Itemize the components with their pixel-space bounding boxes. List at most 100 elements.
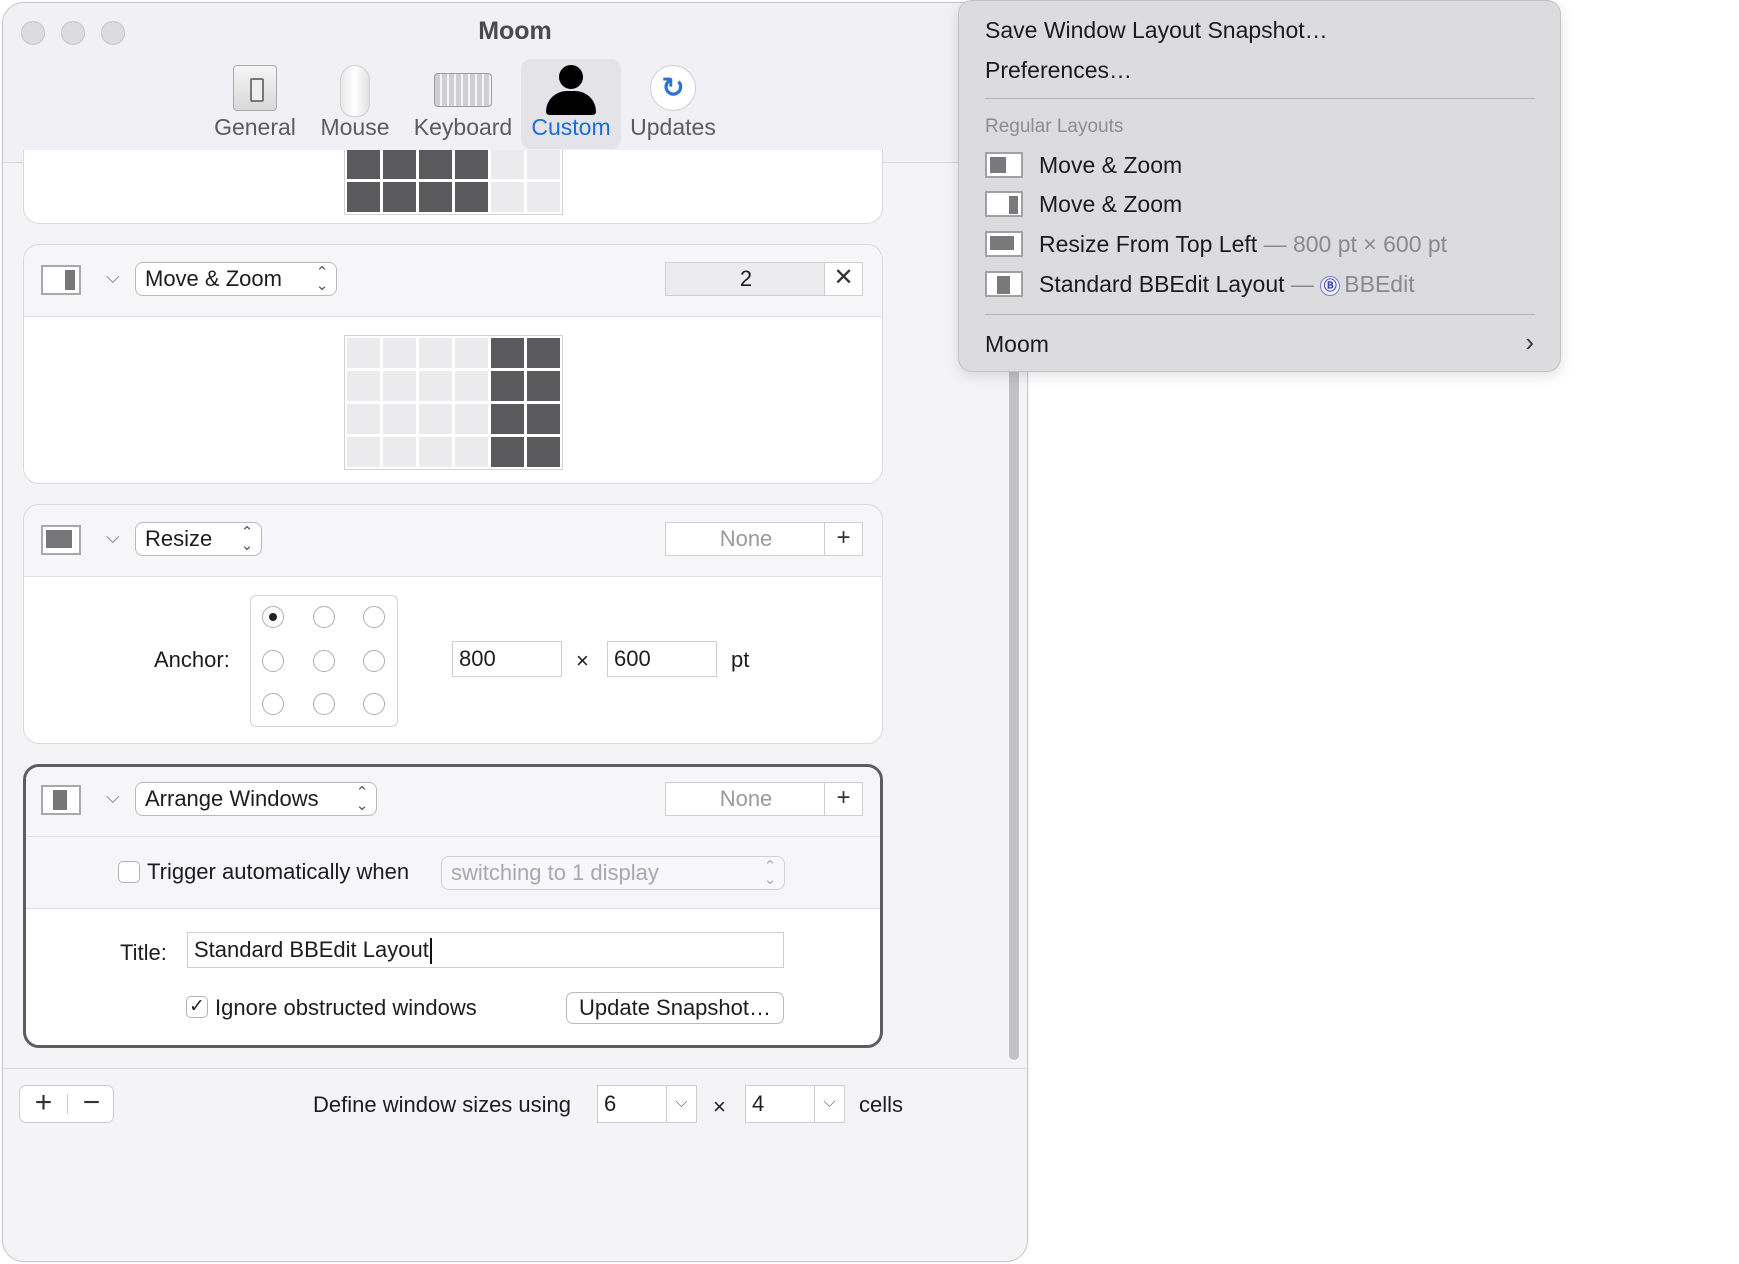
title-value: Standard BBEdit Layout	[194, 937, 429, 962]
clear-shortcut-button[interactable]: ✕	[824, 263, 862, 295]
menu-item-layout-3-detail: — 800 pt × 600 pt	[1263, 231, 1448, 257]
tab-custom-label: Custom	[531, 114, 611, 140]
menu-item-moom-submenu[interactable]: Moom	[985, 331, 1535, 358]
trigger-checkbox[interactable]	[118, 861, 140, 883]
grid-preview[interactable]	[344, 335, 563, 470]
menu-item-save-snapshot[interactable]: Save Window Layout Snapshot…	[985, 17, 1328, 44]
action-type-label: Move & Zoom	[145, 266, 282, 291]
scrollbar-thumb[interactable]	[1009, 365, 1019, 1060]
bottom-bar: + − Define window sizes using 6 ⌵ × 4 ⌵ …	[3, 1068, 1027, 1261]
tab-keyboard[interactable]: Keyboard	[407, 59, 519, 149]
bbedit-app-icon: Ⓑ	[1320, 276, 1341, 296]
updown-arrows-icon: ⌃ ⌄	[763, 858, 777, 888]
menu-separator	[985, 98, 1535, 99]
anchor-selector	[250, 595, 398, 727]
panel-header: ⌵ Move & Zoom ⌃ ⌄ 2 ✕	[24, 245, 882, 317]
title-label: Title:	[120, 940, 167, 965]
menu-item-layout-3[interactable]: Resize From Top Left — 800 pt × 600 pt	[985, 231, 1545, 261]
move-zoom-left-icon	[985, 152, 1023, 178]
chevron-down-icon[interactable]: ⌵	[106, 787, 120, 808]
action-type-popup[interactable]: Arrange Windows ⌃ ⌄	[135, 782, 377, 816]
anchor-center-radio[interactable]	[313, 650, 335, 672]
add-action-button[interactable]: +	[20, 1086, 67, 1122]
keyboard-icon	[434, 73, 492, 107]
tab-updates[interactable]: ↻ Updates	[625, 59, 721, 149]
shortcut-field[interactable]: 2 ✕	[665, 262, 863, 296]
grid-columns-combo[interactable]: 6 ⌵	[597, 1085, 697, 1123]
anchor-top-center-radio[interactable]	[313, 606, 335, 628]
menu-item-layout-3-text: Resize From Top Left — 800 pt × 600 pt	[1039, 231, 1447, 258]
menu-item-layout-1-label: Move & Zoom	[1039, 152, 1183, 178]
tab-general[interactable]: General	[207, 59, 303, 149]
chevron-down-icon[interactable]: ⌵	[666, 1086, 696, 1122]
add-shortcut-button[interactable]: +	[824, 523, 862, 555]
menu-section-header: Regular Layouts	[985, 116, 1124, 137]
moom-menu: Save Window Layout Snapshot… Preferences…	[958, 0, 1561, 372]
height-field[interactable]: 600	[607, 641, 717, 677]
panel-header: ⌵ Resize ⌃ ⌄ None +	[24, 505, 882, 577]
menu-item-layout-4[interactable]: Standard BBEdit Layout — Ⓑ BBEdit	[985, 271, 1545, 301]
action-type-popup[interactable]: Move & Zoom ⌃ ⌄	[135, 262, 337, 296]
custom-action-panel-previous	[23, 150, 883, 224]
tab-custom[interactable]: Custom	[521, 59, 621, 149]
tab-keyboard-label: Keyboard	[413, 114, 513, 140]
general-switch-icon	[233, 65, 277, 111]
anchor-middle-left-radio[interactable]	[262, 650, 284, 672]
remove-action-button[interactable]: −	[68, 1086, 115, 1122]
anchor-top-right-radio[interactable]	[363, 606, 385, 628]
ignore-obstructed-label: Ignore obstructed windows	[215, 995, 477, 1020]
action-type-popup[interactable]: Resize ⌃ ⌄	[135, 522, 262, 556]
shortcut-field[interactable]: None +	[665, 522, 863, 556]
menu-item-layout-4-dash: —	[1290, 271, 1314, 297]
person-icon	[546, 65, 596, 117]
shortcut-field[interactable]: None +	[665, 782, 863, 816]
chevron-right-icon: ›	[1525, 327, 1534, 357]
anchor-top-left-radio[interactable]	[262, 606, 284, 628]
resize-layout-icon	[41, 525, 81, 555]
chevron-down-icon[interactable]: ⌵	[106, 267, 120, 288]
add-remove-control: + −	[19, 1085, 114, 1123]
update-snapshot-button[interactable]: Update Snapshot…	[566, 992, 784, 1024]
menu-item-layout-4-label: Standard BBEdit Layout	[1039, 271, 1285, 297]
updown-arrows-icon: ⌃ ⌄	[240, 524, 254, 554]
menu-item-layout-4-text: Standard BBEdit Layout — Ⓑ BBEdit	[1039, 271, 1415, 298]
menu-item-preferences[interactable]: Preferences…	[985, 57, 1132, 84]
move-zoom-layout-icon	[41, 265, 81, 295]
title-input[interactable]: Standard BBEdit Layout	[187, 932, 784, 968]
chevron-down-icon[interactable]: ⌵	[106, 527, 120, 548]
shortcut-value: None	[666, 523, 826, 555]
grid-rows-combo[interactable]: 4 ⌵	[745, 1085, 845, 1123]
anchor-bottom-left-radio[interactable]	[262, 693, 284, 715]
arrange-layout-icon	[41, 785, 81, 815]
custom-actions-list[interactable]: ⌵ Move & Zoom ⌃ ⌄ 2 ✕ ⌵ Resize ⌃ ⌄ None …	[3, 150, 1027, 1068]
tab-updates-label: Updates	[630, 114, 716, 140]
width-field[interactable]: 800	[452, 641, 562, 677]
anchor-label: Anchor:	[154, 647, 230, 672]
menu-item-layout-1[interactable]: Move & Zoom	[985, 152, 1545, 182]
custom-action-panel-resize: ⌵ Resize ⌃ ⌄ None + Anchor: 800 × 600 pt	[23, 504, 883, 744]
menu-item-layout-2[interactable]: Move & Zoom	[985, 191, 1545, 221]
updown-arrows-icon: ⌃ ⌄	[315, 264, 329, 294]
grid-preview[interactable]	[344, 150, 563, 215]
action-type-label: Resize	[145, 526, 213, 551]
trigger-row: Trigger automatically when switching to …	[26, 837, 880, 909]
tab-general-label: General	[214, 114, 296, 140]
resize-top-left-icon	[985, 231, 1023, 257]
shortcut-value: None	[666, 783, 826, 815]
anchor-middle-right-radio[interactable]	[363, 650, 385, 672]
menu-item-layout-4-app: BBEdit	[1344, 271, 1415, 297]
add-shortcut-button[interactable]: +	[824, 783, 862, 815]
chevron-down-icon[interactable]: ⌵	[814, 1086, 844, 1122]
trigger-label: Trigger automatically when	[147, 859, 410, 884]
moom-preferences-window: Moom General Mouse Keyboard Custom ↻ Upd…	[2, 2, 1028, 1262]
anchor-bottom-right-radio[interactable]	[363, 693, 385, 715]
trigger-condition-popup[interactable]: switching to 1 display ⌃ ⌄	[441, 856, 785, 890]
anchor-bottom-center-radio[interactable]	[313, 693, 335, 715]
trigger-condition-label: switching to 1 display	[451, 860, 659, 885]
tab-mouse[interactable]: Mouse	[309, 59, 401, 149]
ignore-obstructed-checkbox[interactable]: ✓	[186, 996, 208, 1018]
times-symbol: ×	[713, 1094, 726, 1119]
mouse-icon	[340, 65, 370, 117]
refresh-icon: ↻	[650, 65, 696, 111]
updown-arrows-icon: ⌃ ⌄	[355, 784, 369, 814]
